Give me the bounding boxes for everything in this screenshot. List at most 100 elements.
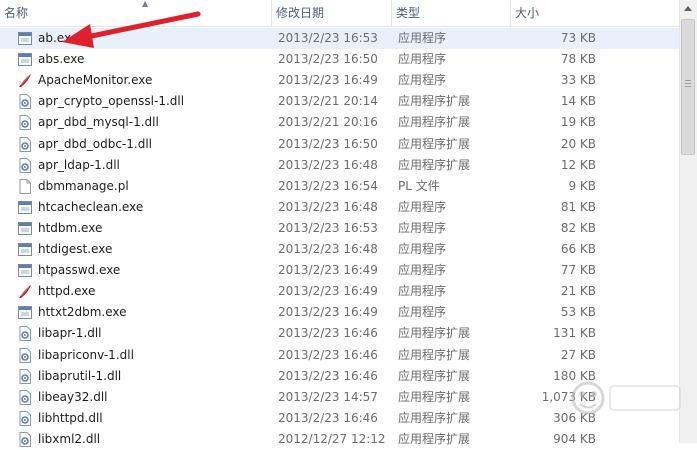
file-modified-date: 2012/12/27 12:12 [278, 431, 386, 446]
file-type: 应用程序 [398, 220, 447, 235]
file-row[interactable]: apr_dbd_mysql-1.dll 2013/2/21 20:16 应用程序扩展… [0, 112, 680, 133]
file-modified-date: 2013/2/23 16:54 [278, 178, 378, 193]
file-size: 82 KB [560, 220, 596, 235]
file-modified-date: 2013/2/23 16:50 [278, 136, 378, 151]
file-row[interactable]: dbmmanage.pl 2013/2/23 16:54 PL 文件 9 KB [0, 176, 680, 197]
file-size: 19 KB [560, 115, 596, 130]
file-size: 9 KB [568, 178, 596, 193]
file-name: htdigest.exe [38, 242, 113, 256]
file-modified-date: 2013/2/23 16:48 [278, 242, 378, 256]
dll-gear-icon [19, 157, 31, 173]
dll-gear-icon [19, 368, 31, 384]
exe-window-icon [18, 243, 32, 256]
column-type-header[interactable]: 类型 [392, 0, 511, 26]
exe-window-icon [18, 53, 32, 67]
file-name: apr_ldap-1.dll [38, 157, 120, 172]
file-modified-date: 2013/2/23 16:46 [278, 347, 378, 362]
file-type: 应用程序扩展 [398, 115, 471, 130]
file-type: 应用程序 [398, 263, 447, 278]
file-size: 12 KB [560, 157, 596, 172]
file-size: 78 KB [560, 52, 596, 67]
file-size: 53 KB [560, 305, 596, 320]
column-size-header[interactable]: 大小 [511, 0, 680, 26]
file-row[interactable]: ApacheMonitor.exe 2013/2/23 16:49 应用程序 33 K… [0, 70, 680, 91]
file-row[interactable]: httpd.exe 2013/2/23 16:49 应用程序 21 KB [0, 281, 680, 302]
file-row[interactable]: apr_dbd_odbc-1.dll 2013/2/23 16:50 应用程序扩展 2… [0, 134, 680, 155]
file-modified-date: 2013/2/21 20:14 [278, 94, 378, 109]
apache-feather-icon [19, 285, 31, 299]
file-size: 81 KB [560, 199, 596, 214]
file-name: dbmmanage.pl [38, 178, 129, 193]
file-size: 20 KB [560, 136, 596, 151]
file-row[interactable]: libapr-1.dll 2013/2/23 16:46 应用程序扩展 131 KB [0, 323, 680, 344]
file-name: libapriconv-1.dll [38, 347, 134, 362]
file-name: ab.exe [38, 31, 79, 45]
dll-gear-icon [19, 115, 31, 131]
column-size-label: 大小 [515, 6, 540, 20]
exe-window-icon [18, 306, 32, 320]
file-size: 66 KB [560, 242, 596, 256]
dll-gear-icon [19, 410, 31, 426]
file-name: abs.exe [38, 52, 85, 67]
file-type: 应用程序扩展 [398, 347, 471, 362]
file-size: 27 KB [560, 347, 596, 362]
file-row[interactable]: abs.exe 2013/2/23 16:50 应用程序 78 KB [0, 49, 680, 70]
file-name: htcacheclean.exe [38, 199, 144, 214]
file-modified-date: 2013/2/23 16:49 [278, 305, 378, 320]
file-row[interactable]: httxt2dbm.exe 2013/2/23 16:49 应用程序 53 KB [0, 302, 680, 323]
file-type: 应用程序扩展 [398, 389, 471, 404]
file-name: httxt2dbm.exe [38, 305, 127, 320]
apache-feather-monitor-icon [19, 74, 31, 88]
file-name: httpd.exe [38, 284, 96, 299]
file-size: 14 KB [560, 94, 596, 109]
file-name: apr_dbd_odbc-1.dll [38, 136, 152, 151]
file-type: 应用程序扩展 [398, 94, 471, 109]
file-type: 应用程序 [398, 242, 447, 256]
file-name: libxml2.dll [38, 431, 101, 446]
file-size: 131 KB [553, 326, 596, 341]
file-type: 应用程序扩展 [398, 431, 471, 446]
file-row[interactable]: htdigest.exe 2013/2/23 16:48 应用程序 66 KB [0, 239, 680, 260]
file-name: libhttpd.dll [38, 410, 103, 425]
file-type: 应用程序扩展 [398, 136, 471, 151]
file-modified-date: 2013/2/23 16:46 [278, 326, 378, 341]
exe-window-icon [18, 200, 32, 214]
file-modified-date: 2013/2/21 20:16 [278, 115, 378, 130]
file-row[interactable]: htdbm.exe 2013/2/23 16:53 应用程序 82 KB [0, 218, 680, 239]
file-name: htpasswd.exe [38, 263, 121, 278]
scroll-up-icon[interactable] [680, 0, 697, 17]
file-modified-date: 2013/2/23 16:46 [278, 368, 378, 383]
dll-gear-icon [19, 94, 31, 110]
file-modified-date: 2013/2/23 16:48 [278, 199, 378, 214]
scroll-thumb[interactable] [681, 19, 695, 155]
exe-window-icon [18, 32, 32, 45]
file-row[interactable]: libapriconv-1.dll 2013/2/23 16:46 应用程序扩展 27… [0, 345, 680, 366]
file-modified-date: 2013/2/23 14:57 [278, 389, 378, 404]
file-modified-date: 2013/2/23 16:49 [278, 73, 378, 88]
file-type: 应用程序 [398, 73, 447, 88]
file-name: ApacheMonitor.exe [38, 73, 153, 88]
file-type: 应用程序扩展 [398, 326, 471, 341]
file-row[interactable]: htcacheclean.exe 2013/2/23 16:48 应用程序 81 KB [0, 197, 680, 218]
file-row[interactable]: ab.exe 2013/2/23 16:53 应用程序 73 KB [0, 28, 680, 49]
file-modified-date: 2013/2/23 16:53 [278, 31, 378, 45]
file-size: 21 KB [560, 284, 596, 299]
file-size: 33 KB [560, 73, 596, 88]
column-header: 名称 ▲ 修改日期 类型 大小 [0, 0, 680, 27]
file-name: apr_crypto_openssl-1.dll [38, 94, 185, 109]
file-modified-date: 2013/2/23 16:50 [278, 52, 378, 67]
column-name-header[interactable]: 名称 ▲ [0, 0, 272, 26]
file-modified-date: 2013/2/23 16:46 [278, 410, 378, 425]
file-name: htdbm.exe [38, 220, 103, 235]
exe-window-icon [18, 264, 32, 278]
blank-file-icon [19, 178, 31, 194]
file-row[interactable]: apr_ldap-1.dll 2013/2/23 16:48 应用程序扩展 12 KB [0, 155, 680, 176]
file-row[interactable]: apr_crypto_openssl-1.dll 2013/2/21 20:14 应… [0, 91, 680, 112]
file-name: libapr-1.dll [38, 326, 102, 341]
exe-window-icon [18, 221, 32, 235]
column-date-header[interactable]: 修改日期 [272, 0, 392, 26]
file-row[interactable]: htpasswd.exe 2013/2/23 16:49 应用程序 77 KB [0, 260, 680, 281]
file-size: 77 KB [560, 263, 596, 278]
file-type: 应用程序 [398, 305, 447, 320]
file-size: 73 KB [560, 31, 596, 45]
